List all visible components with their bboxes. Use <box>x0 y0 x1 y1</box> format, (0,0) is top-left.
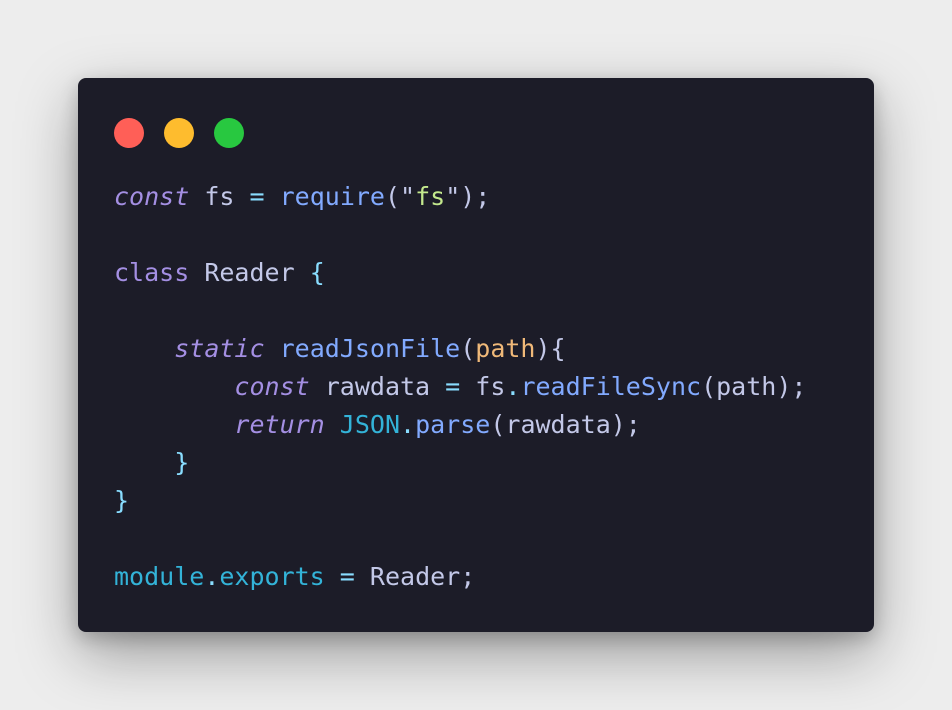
code-line: static readJsonFile(path){ <box>114 330 806 368</box>
code-window: const fs = require("fs"); class Reader { … <box>78 78 874 632</box>
code-token: ){ <box>535 334 566 363</box>
code-token: . <box>204 562 220 591</box>
code-line: const rawdata = fs.readFileSync(path); <box>114 368 806 406</box>
code-line: class Reader { <box>114 254 806 292</box>
window-controls <box>114 118 244 148</box>
code-token: . <box>505 372 521 401</box>
code-line: const fs = require("fs"); <box>114 178 806 216</box>
code-token: path <box>475 334 536 363</box>
code-line: } <box>114 444 806 482</box>
minimize-button[interactable] <box>164 118 194 148</box>
code-token: (rawdata); <box>490 410 641 439</box>
code-token: parse <box>415 410 491 439</box>
code-token: exports <box>219 562 325 591</box>
code-token: Reader; <box>354 562 476 591</box>
code-token: JSON <box>339 410 401 439</box>
code-token: = <box>249 182 265 211</box>
code-token: (" <box>384 182 416 211</box>
code-token: (path); <box>701 372 807 401</box>
code-token: require <box>279 182 385 211</box>
code-token: class <box>114 258 190 287</box>
code-token: "); <box>445 182 491 211</box>
code-token: fs <box>189 182 250 211</box>
code-token: const <box>234 372 310 401</box>
code-token: } <box>174 448 190 477</box>
code-token: rawdata <box>309 372 446 401</box>
code-token: return <box>234 410 325 439</box>
code-token: = <box>445 372 461 401</box>
code-block: const fs = require("fs"); class Reader { … <box>114 178 806 596</box>
code-token: } <box>114 486 130 515</box>
code-token: { <box>309 258 325 287</box>
code-token: readJsonFile <box>279 334 461 363</box>
code-line: return JSON.parse(rawdata); <box>114 406 806 444</box>
code-token: static <box>174 334 265 363</box>
maximize-button[interactable] <box>214 118 244 148</box>
code-token: const <box>114 182 190 211</box>
code-token: = <box>339 562 355 591</box>
code-token: module <box>114 562 205 591</box>
code-token: readFileSync <box>520 372 702 401</box>
code-line: } <box>114 482 806 520</box>
code-token: fs <box>415 182 446 211</box>
code-token: Reader <box>189 258 310 287</box>
code-token: ( <box>460 334 476 363</box>
code-token: fs <box>460 372 506 401</box>
code-line: module.exports = Reader; <box>114 558 806 596</box>
code-token: . <box>400 410 416 439</box>
close-button[interactable] <box>114 118 144 148</box>
